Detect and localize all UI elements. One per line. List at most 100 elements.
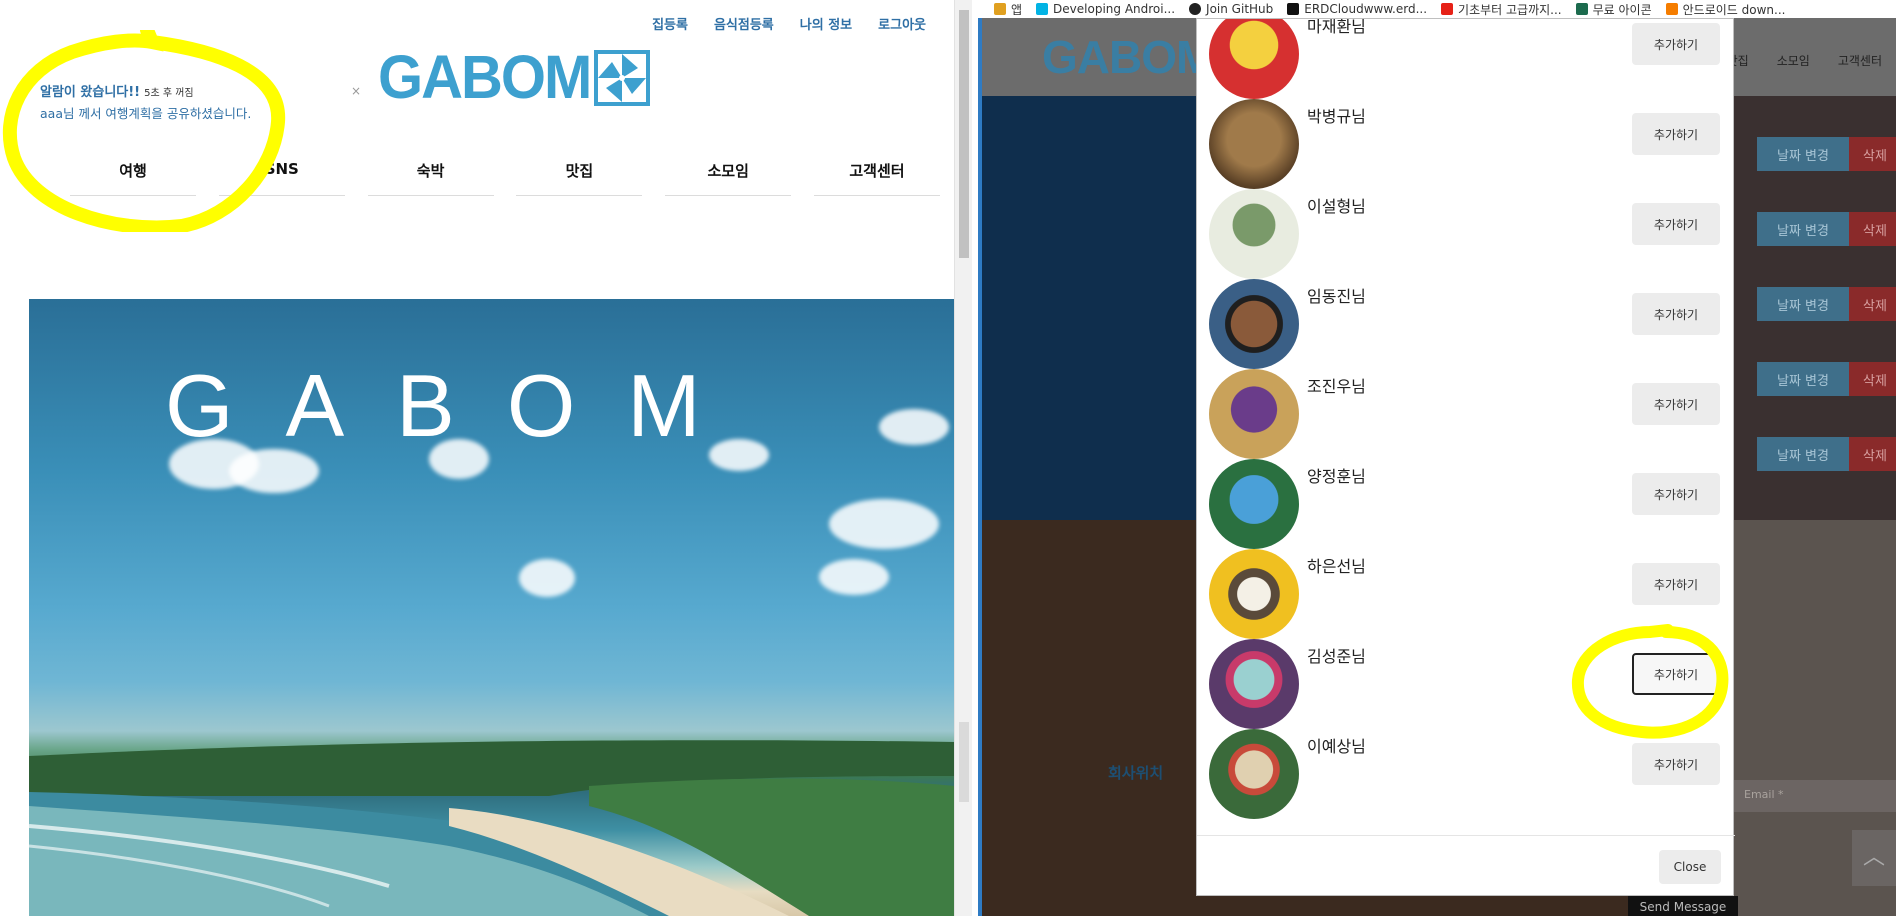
list-item: 이예상님 추가하기 [1209,729,1725,819]
notification-heading: 알람이 왔습니다!! [40,85,141,100]
flaticon-icon [1575,3,1588,15]
add-friend-button[interactable]: 추가하기 [1632,203,1720,245]
background-delete-button: 삭제 [1849,437,1896,471]
background-send-button: Send Message [1628,896,1738,916]
hero-banner: GABOM [29,299,955,916]
background-footer-title: 회사위치 [1108,764,1164,782]
avatar [1209,369,1299,459]
highlight-circle-notification [2,30,286,232]
nav-restaurant[interactable]: 맛집 [516,160,643,196]
github-icon [1189,3,1202,15]
notification-close-icon[interactable]: × [351,84,361,98]
bookmark-label: Join GitHub [1206,2,1274,16]
friend-name: 김성준님 [1307,647,1366,666]
logo-text: GABOM [378,43,592,112]
add-friend-button[interactable]: 추가하기 [1632,23,1720,65]
hero-title: GABOM [165,356,753,455]
list-item: 하은선님 추가하기 [1209,549,1725,639]
list-item: 양정훈님 추가하기 [1209,459,1725,549]
left-scroll-thumb-secondary [959,722,969,802]
list-item: 박병규님 추가하기 [1209,99,1725,189]
add-friend-button[interactable]: 추가하기 [1632,383,1720,425]
bookmark-youtube[interactable]: 기초부터 고급까지... [1441,1,1562,18]
bookmark-blogger[interactable]: 안드로이드 down... [1665,1,1786,18]
add-friend-button[interactable]: 추가하기 [1632,113,1720,155]
add-friend-button[interactable]: 추가하기 [1632,473,1720,515]
cloud-4 [519,559,575,597]
bookmarks-bar: 앱 Developing Androi... Join GitHub ERDCl… [978,0,1896,18]
background-plan-row: 날짜 변경 삭제 [1757,212,1896,246]
link-restaurant-register[interactable]: 음식점등록 [714,14,774,33]
list-item: 이설형님 추가하기 [1209,189,1725,279]
cloud-7 [819,559,889,595]
bookmark-flaticon[interactable]: 무료 아이콘 [1575,1,1652,18]
background-date-button: 날짜 변경 [1757,362,1849,396]
bookmark-label: 앱 [1011,2,1023,17]
background-plan-row: 날짜 변경 삭제 [1757,137,1896,171]
list-item: 조진우님 추가하기 [1209,369,1725,459]
avatar [1209,549,1299,639]
background-logo: GABOM [1042,31,1214,83]
site-logo[interactable]: GABOM [378,43,651,112]
bookmark-erdcloud[interactable]: ERDCloudwww.erd... [1287,2,1427,16]
main-nav: 여행 SNS 숙박 맛집 소모임 고객센터 [70,160,940,196]
background-nav: 맛집 소모임 고객센터 [1727,52,1896,69]
background-email-field: Email * [1734,780,1896,812]
add-friend-button[interactable]: 추가하기 [1632,563,1720,605]
background-delete-button: 삭제 [1849,212,1896,246]
top-links: 집등록 음식점등록 나의 정보 로그아웃 [652,14,926,33]
bookmark-github[interactable]: Join GitHub [1189,2,1273,16]
background-delete-button: 삭제 [1849,287,1896,321]
add-friend-button[interactable]: 추가하기 [1632,653,1720,695]
left-scroll-thumb[interactable] [959,10,969,258]
background-plan-row: 날짜 변경 삭제 [1757,362,1896,396]
nav-lodging[interactable]: 숙박 [367,160,494,196]
link-logout[interactable]: 로그아웃 [878,14,926,33]
add-friend-button[interactable]: 추가하기 [1632,743,1720,785]
screen: 집등록 음식점등록 나의 정보 로그아웃 GABOM 알람이 왔습니다!! 5초 … [0,0,1896,916]
notification-title: 알람이 왔습니다!! 5초 후 꺼짐 [40,81,280,100]
bookmark-udacity[interactable]: Developing Androi... [1036,2,1175,16]
modal-footer: Close [1197,835,1735,897]
background-date-button: 날짜 변경 [1757,137,1849,171]
add-friend-modal: 마재환님 추가하기 박병규님 추가하기 이설형님 추가하기 임동진님 추가하기 … [1196,18,1735,897]
avatar [1209,639,1299,729]
avatar [1209,459,1299,549]
cloud-6 [829,499,939,549]
pinwheel-icon [594,50,651,106]
apps-icon [994,3,1006,15]
list-item: 김성준님 추가하기 [1209,639,1725,729]
beach-scene [29,740,955,916]
friend-name: 이예상님 [1307,737,1366,756]
blogger-icon [1665,3,1678,15]
left-scrollbar[interactable] [954,0,972,916]
bookmark-label: Developing Androi... [1053,2,1176,16]
list-item: 임동진님 추가하기 [1209,279,1725,369]
close-button[interactable]: Close [1659,850,1721,884]
bookmark-label: ERDCloudwww.erd... [1304,2,1428,16]
bookmark-label: 안드로이드 down... [1682,2,1786,17]
bookmark-apps[interactable]: 앱 [994,1,1022,18]
add-friend-button[interactable]: 추가하기 [1632,293,1720,335]
link-house-register[interactable]: 집등록 [652,14,688,33]
friend-list: 마재환님 추가하기 박병규님 추가하기 이설형님 추가하기 임동진님 추가하기 … [1197,19,1735,835]
background-plan-row: 날짜 변경 삭제 [1757,287,1896,321]
friend-name: 양정훈님 [1307,467,1366,486]
udacity-icon [1036,3,1049,15]
avatar [1209,99,1299,189]
notification-toast: 알람이 왔습니다!! 5초 후 꺼짐 aaa님 께서 여행계획을 공유하셨습니다. [40,81,280,122]
nav-customer-center[interactable]: 고객센터 [813,160,940,196]
nav-sns[interactable]: SNS [218,160,345,196]
notification-body: aaa님 께서 여행계획을 공유하셨습니다. [40,106,252,121]
nav-travel[interactable]: 여행 [70,160,196,196]
nav-meetup[interactable]: 소모임 [665,160,792,196]
background-nav-item: 소모임 [1776,54,1810,68]
avatar [1209,189,1299,279]
background-delete-button: 삭제 [1849,137,1896,171]
link-my-info[interactable]: 나의 정보 [800,14,852,33]
friend-name: 마재환님 [1307,19,1366,36]
notification-time: 5초 후 꺼짐 [144,88,194,99]
background-date-button: 날짜 변경 [1757,437,1849,471]
background-date-button: 날짜 변경 [1757,287,1849,321]
background-date-button: 날짜 변경 [1757,212,1849,246]
